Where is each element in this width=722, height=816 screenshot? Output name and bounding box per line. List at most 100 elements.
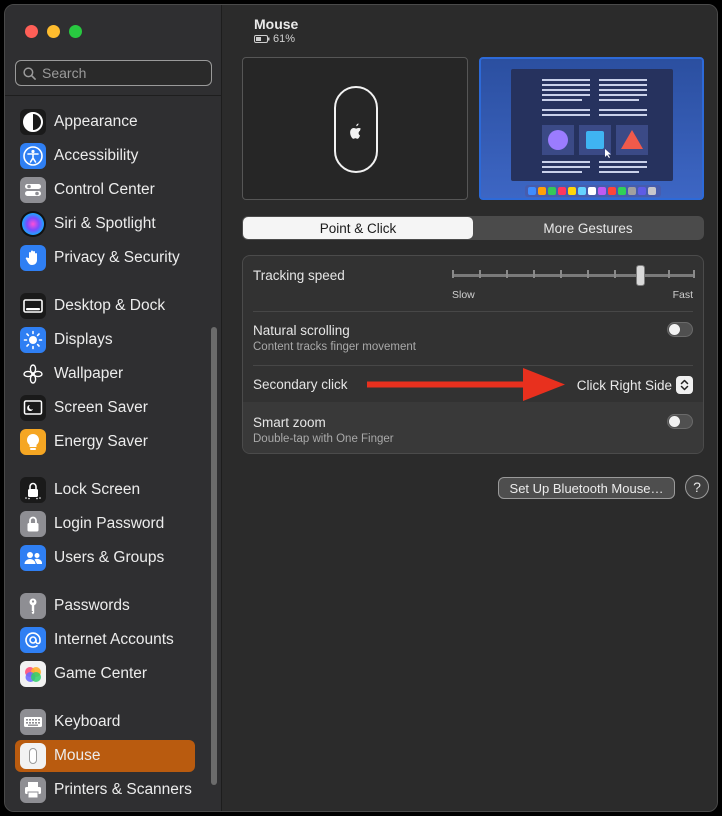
game-center-icon: [20, 661, 46, 687]
sidebar-item-label: Lock Screen: [54, 481, 141, 498]
sidebar-item-label: Wallpaper: [54, 365, 124, 382]
tab-point-click[interactable]: Point & Click: [243, 217, 473, 239]
sidebar-item-lock-screen[interactable]: Lock Screen: [15, 474, 195, 506]
screen-saver-icon: [20, 395, 46, 421]
sidebar-item-label: Control Center: [54, 181, 155, 198]
sidebar-item-login-password[interactable]: Login Password: [15, 508, 195, 540]
mouse-icon: [20, 743, 46, 769]
slider-max-label: Fast: [672, 289, 693, 301]
zoom-button[interactable]: [69, 25, 82, 38]
search-field[interactable]: [15, 60, 212, 86]
sidebar-item-keyboard[interactable]: Keyboard: [15, 706, 195, 738]
sidebar-item-screen-saver[interactable]: Screen Saver: [15, 392, 195, 424]
red-arrow-annotation: [367, 368, 565, 401]
tab-more-gestures[interactable]: More Gestures: [473, 217, 703, 239]
accessibility-icon: [20, 143, 46, 169]
settings-window: Appearance Accessibility Control Center: [4, 4, 718, 812]
slider-tick: [452, 270, 454, 278]
sidebar-item-siri-spotlight[interactable]: Siri & Spotlight: [15, 208, 195, 240]
sidebar-item-label: Users & Groups: [54, 549, 165, 566]
sidebar-nav: Appearance Accessibility Control Center: [5, 96, 222, 811]
sidebar-item-label: Game Center: [54, 665, 148, 682]
natural-scrolling-toggle[interactable]: [667, 322, 693, 337]
siri-icon: [20, 211, 46, 237]
close-button[interactable]: [25, 25, 38, 38]
battery-percent: 61%: [273, 33, 296, 45]
flower-icon: [20, 361, 46, 387]
desktop-dock-icon: [20, 293, 46, 319]
slider-tick: [668, 270, 670, 278]
sidebar-item-label: Siri & Spotlight: [54, 215, 156, 232]
hand-icon: [20, 245, 46, 271]
chevron-up-down-icon: [680, 379, 689, 391]
magic-mouse-illustration: [334, 86, 378, 173]
slider-tick: [614, 270, 616, 278]
slider-tick: [693, 270, 695, 278]
sidebar-item-label: Login Password: [54, 515, 165, 532]
settings-panel: Tracking speed Slow Fast Natural scrolli…: [242, 255, 704, 454]
sidebar-item-label: Internet Accounts: [54, 631, 174, 648]
tab-control: Point & Click More Gestures: [242, 216, 704, 240]
sidebar-item-privacy-security[interactable]: Privacy & Security: [15, 242, 195, 274]
sidebar-item-control-center[interactable]: Control Center: [15, 174, 195, 206]
sidebar-item-energy-saver[interactable]: Energy Saver: [15, 426, 195, 458]
popup-stepper: [676, 376, 693, 394]
secondary-click-popup[interactable]: Click Right Side: [577, 376, 693, 394]
slider-tick: [506, 270, 508, 278]
sidebar-item-label: Mouse: [54, 747, 101, 764]
slider-tick: [479, 270, 481, 278]
search-input[interactable]: [42, 65, 202, 81]
lock-screen-icon: [20, 477, 46, 503]
natural-scrolling-sub: Content tracks finger movement: [253, 341, 416, 353]
sidebar-item-game-center[interactable]: Game Center: [15, 658, 195, 690]
sidebar-item-label: Keyboard: [54, 713, 121, 730]
users-icon: [20, 545, 46, 571]
minimize-button[interactable]: [47, 25, 60, 38]
battery-status: 61%: [254, 33, 295, 45]
sidebar-item-users-groups[interactable]: Users & Groups: [15, 542, 195, 574]
window-controls: [25, 25, 82, 38]
secondary-click-value: Click Right Side: [576, 377, 672, 393]
sidebar-item-label: Passwords: [54, 597, 130, 614]
tracking-speed-slider[interactable]: [452, 274, 694, 277]
help-button[interactable]: ?: [685, 475, 709, 499]
sidebar-item-wallpaper[interactable]: Wallpaper: [15, 358, 195, 390]
sidebar-item-appearance[interactable]: Appearance: [15, 106, 195, 138]
sun-icon: [20, 327, 46, 353]
secondary-click-label: Secondary click: [253, 377, 348, 392]
sidebar-item-desktop-dock[interactable]: Desktop & Dock: [15, 290, 195, 322]
sidebar-item-label: Privacy & Security: [54, 249, 180, 266]
sidebar-item-label: Accessibility: [54, 147, 139, 164]
at-sign-icon: [20, 627, 46, 653]
smart-zoom-label: Smart zoom: [253, 415, 326, 430]
smart-zoom-sub: Double-tap with One Finger: [253, 433, 394, 445]
tracking-speed-thumb[interactable]: [636, 265, 646, 286]
sidebar-scrollbar[interactable]: [211, 327, 217, 785]
key-icon: [20, 593, 46, 619]
apple-logo-icon: [350, 123, 361, 139]
sidebar-item-passwords[interactable]: Passwords: [15, 590, 195, 622]
slider-min-label: Slow: [452, 289, 475, 301]
smart-zoom-toggle[interactable]: [667, 414, 693, 429]
sidebar-item-mouse[interactable]: Mouse: [15, 740, 195, 772]
natural-scrolling-label: Natural scrolling: [253, 323, 350, 338]
sidebar-item-label: Appearance: [54, 113, 138, 130]
tracking-speed-label: Tracking speed: [253, 268, 345, 283]
sidebar: Appearance Accessibility Control Center: [5, 5, 222, 811]
sidebar-item-accessibility[interactable]: Accessibility: [15, 140, 195, 172]
slider-tick: [533, 270, 535, 278]
sidebar-item-internet-accounts[interactable]: Internet Accounts: [15, 624, 195, 656]
battery-icon: [254, 35, 270, 43]
page-title: Mouse: [254, 16, 299, 32]
lightbulb-icon: [20, 429, 46, 455]
control-center-icon: [20, 177, 46, 203]
gesture-preview-illustration: [511, 69, 673, 197]
sidebar-item-label: Printers & Scanners: [54, 781, 192, 798]
setup-bluetooth-mouse-button[interactable]: Set Up Bluetooth Mouse…: [498, 477, 675, 499]
row-divider: [253, 311, 693, 312]
lock-icon: [20, 511, 46, 537]
sidebar-item-printers-scanners[interactable]: Printers & Scanners: [15, 774, 195, 806]
slider-tick: [560, 270, 562, 278]
sidebar-item-displays[interactable]: Displays: [15, 324, 195, 356]
sidebar-item-label: Displays: [54, 331, 113, 348]
